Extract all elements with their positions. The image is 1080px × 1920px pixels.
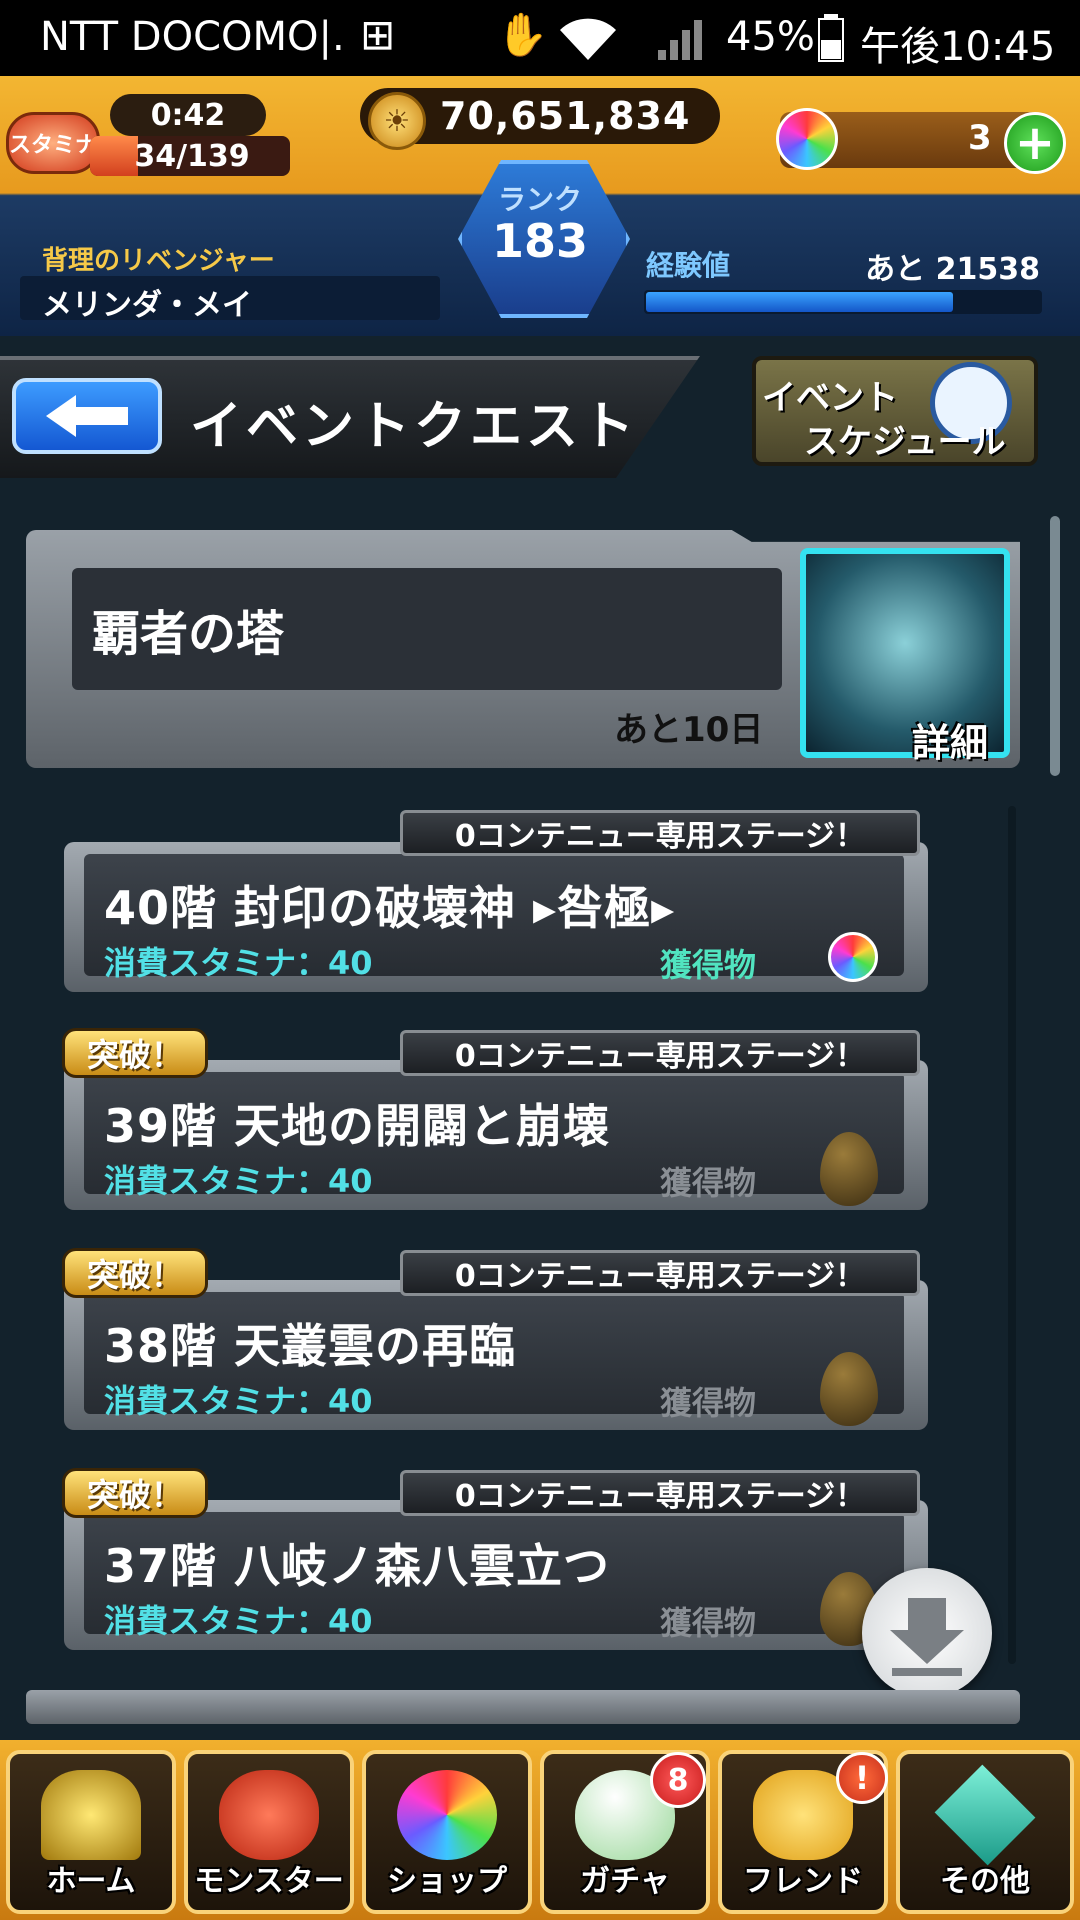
quest-tag: 0コンテニュー専用ステージ！ [400,1470,920,1516]
door-icon [41,1770,141,1860]
rainbow-orb-icon [776,108,838,170]
stamina-count: 34/139 [134,138,250,174]
exp-label: 経験値 [646,249,731,282]
page-title: イベントクエスト [190,397,639,457]
quest-name: 39階 天地の開闢と崩壊 [104,1099,611,1153]
quest-name: 38階 天叢雲の再臨 [104,1319,517,1373]
quest-stamina: 消費スタミナ：40 [104,1602,373,1640]
quest-list-scrollbar[interactable] [1008,806,1016,1664]
monster-icon [219,1770,319,1860]
nav-gacha-label: ガチャ [580,1864,670,1899]
nav-home-label: ホーム [46,1864,136,1899]
exp-remaining: あと 21538 [865,252,1040,287]
quest-name: 37階 八岐ノ森八雲立つ [104,1539,611,1593]
quest-stamina: 消費スタミナ：40 [104,944,373,982]
rainbow-orb-icon [397,1770,497,1860]
clock: 午後10:45 [860,24,1056,70]
gold-coin-icon: ☀ [368,92,426,150]
event-remaining: あと10日 [614,710,764,750]
player-title: 背理のリベンジャー [42,246,275,276]
gold-value: 70,651,834 [440,94,691,138]
quest-name: 40階 封印の破壊神 ▸咎極▸ [104,881,676,935]
quest-stamina: 消費スタミナ：40 [104,1382,373,1420]
wifi-icon [560,18,616,61]
battery-icon [818,14,844,62]
quest-card[interactable]: 37階 八岐ノ森八雲立つ 消費スタミナ：40 獲得物 [64,1500,928,1650]
nav-friend-label: フレンド [743,1864,863,1899]
page-scrollbar[interactable] [1050,516,1060,776]
rank-value: 183 [491,214,589,268]
rank-label: ランク [497,183,582,216]
add-orb-button[interactable]: + [1004,112,1066,174]
schedule-label-line1: イベント [762,378,898,418]
quest-tag: 0コンテニュー専用ステージ！ [400,1250,920,1296]
stamina-badge: スタミナ [6,112,100,174]
event-name: 覇者の塔 [92,606,285,662]
back-button[interactable] [12,378,162,454]
cleared-badge: 突破！ [62,1248,208,1298]
player-name: メリンダ・メイ [42,288,252,323]
battery-percent: 45% [726,14,815,60]
stamina-timer: 0:42 [110,94,266,136]
quest-stamina: 消費スタミナ：40 [104,1162,373,1200]
quest-tag: 0コンテニュー専用ステージ！ [400,810,920,856]
exp-bar-fill [646,292,954,312]
plus-square-icon: ⊞ [360,10,396,59]
glove-icon: ✋ [496,10,549,59]
orb-count: 3 [968,118,992,158]
quest-reward-label: 獲得物 [660,1164,757,1202]
carrier-name: NTT DOCOMO|. [40,14,345,60]
gacha-count-badge: 8 [650,1752,706,1808]
friend-alert-badge: ! [836,1752,888,1804]
event-detail-label: 詳細 [912,721,989,765]
schedule-label-line2: スケジュール [804,422,1006,462]
signal-icon [658,20,702,60]
quest-list-frame-bottom [26,1690,1020,1724]
plus-icon: + [1014,115,1056,171]
back-arrow-icon [46,395,128,437]
status-bar: NTT DOCOMO|. ⊞ ✋ 45% 午後10:45 [0,0,1080,76]
quest-reward-label: 獲得物 [660,946,757,984]
quest-reward-label: 獲得物 [660,1604,757,1642]
quest-card[interactable]: 39階 天地の開闢と崩壊 消費スタミナ：40 獲得物 [64,1060,928,1210]
quest-reward-label: 獲得物 [660,1384,757,1422]
rainbow-orb-icon [828,932,878,982]
download-arrow-icon [890,1598,964,1676]
quest-tag: 0コンテニュー専用ステージ！ [400,1030,920,1076]
cleared-badge: 突破！ [62,1468,208,1518]
cleared-badge: 突破！ [62,1028,208,1078]
quest-card[interactable]: 38階 天叢雲の再臨 消費スタミナ：40 獲得物 [64,1280,928,1430]
nav-shop-label: ショップ [387,1864,507,1899]
nav-other-label: その他 [940,1864,1030,1899]
scroll-down-button[interactable] [862,1568,992,1698]
quest-card[interactable]: 40階 封印の破壊神 ▸咎極▸ 消費スタミナ：40 獲得物 [64,842,928,992]
nav-monster-label: モンスター [194,1864,344,1899]
